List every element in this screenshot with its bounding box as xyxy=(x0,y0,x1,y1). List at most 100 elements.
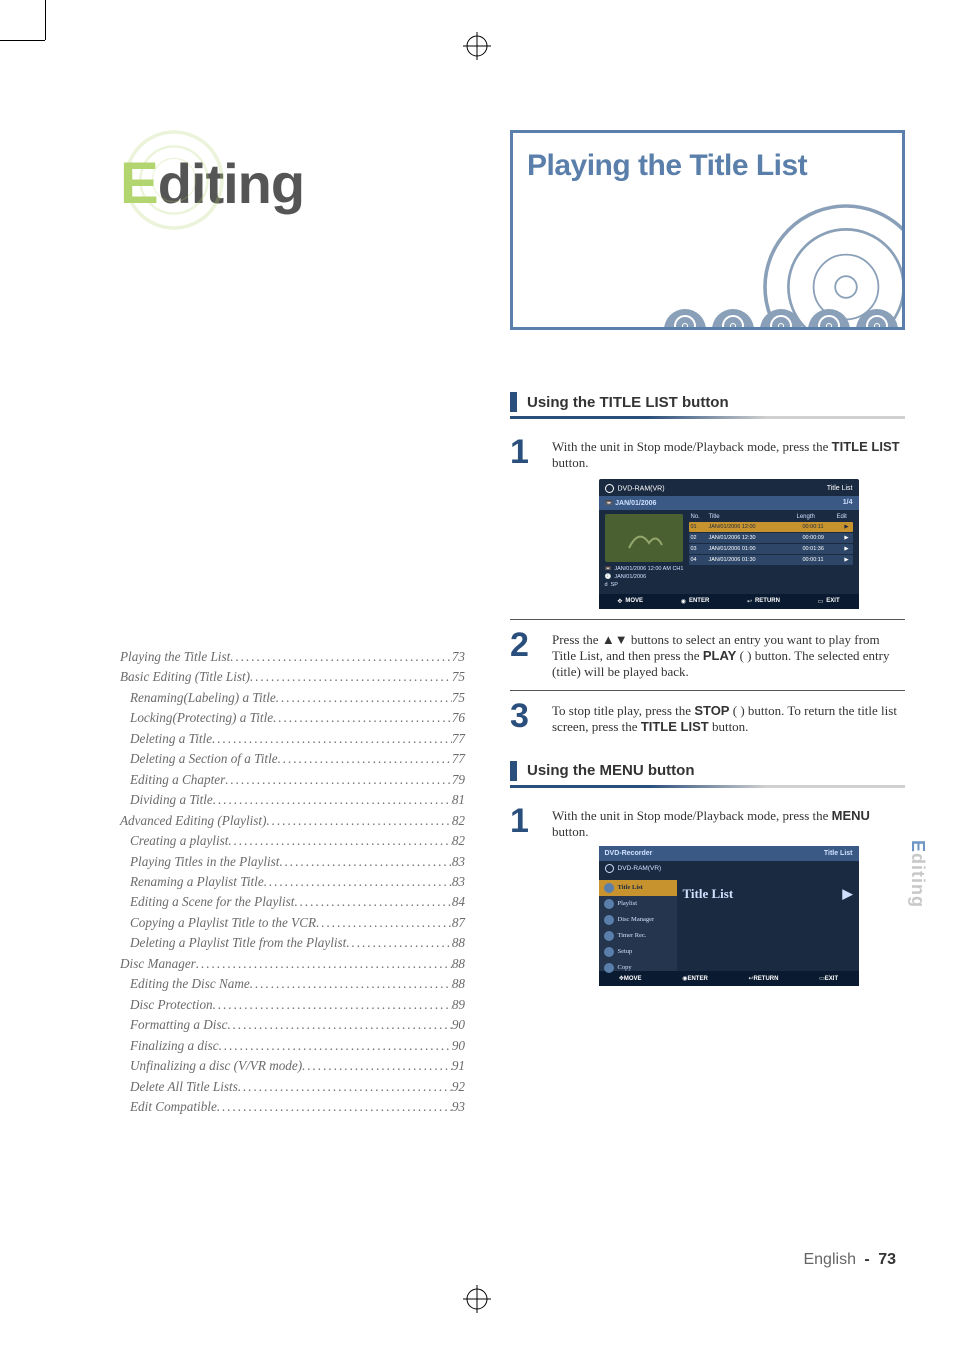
toc-page: 79 xyxy=(452,770,465,790)
toc-page: 75 xyxy=(452,667,465,687)
toc-page: 73 xyxy=(452,647,465,667)
toc-row: Unfinalizing a disc (V/VR mode).........… xyxy=(120,1056,465,1076)
format-badges: DVD-RAMDVD-RWDVD-RDVD+RWDVD+R xyxy=(513,309,902,330)
step-body: To stop title play, press the STOP ( ) b… xyxy=(552,699,905,735)
toc-row: Deleting a Title........................… xyxy=(120,729,465,749)
osd-foot-item: ✥MOVE xyxy=(617,598,643,605)
steps-group: 1 With the unit in Stop mode/Playback mod… xyxy=(510,796,905,996)
osd-thumbnail xyxy=(605,514,683,562)
toc-dots: ........................................… xyxy=(264,872,452,892)
section-title-cap: E xyxy=(120,151,158,216)
toc-row: Delete All Title Lists..................… xyxy=(120,1077,465,1097)
toc-row: Edit Compatible.........................… xyxy=(120,1097,465,1117)
format-badge: DVD-RW xyxy=(712,309,754,330)
toc-page: 88 xyxy=(452,974,465,994)
toc-row: Copying a Playlist Title to the VCR.....… xyxy=(120,913,465,933)
toc-row: Dividing a Title........................… xyxy=(120,790,465,810)
toc-page: 83 xyxy=(452,872,465,892)
toc-row: Disc Protection.........................… xyxy=(120,995,465,1015)
osd-foot-item: ↩RETURN xyxy=(747,598,780,605)
format-badge: DVD-R xyxy=(760,309,802,330)
format-badge: DVD-RAM xyxy=(664,309,706,330)
subheading-text: Using the MENU button xyxy=(527,762,694,779)
section-title: Editing xyxy=(120,150,465,217)
toc-page: 88 xyxy=(452,933,465,953)
step-number: 1 xyxy=(510,435,538,469)
toc-row: Deleting a Playlist Title from the Playl… xyxy=(120,933,465,953)
crop-mark xyxy=(45,0,46,40)
osd-menu-item: Copy xyxy=(599,960,677,976)
left-column: Editing Playing the Title List..........… xyxy=(120,150,465,1117)
toc-dots: ........................................… xyxy=(212,729,452,749)
step: 3To stop title play, press the STOP ( ) … xyxy=(510,691,905,745)
osd-screen-name: Title List xyxy=(827,485,853,492)
toc-dots: ........................................… xyxy=(278,749,452,769)
subheading-rule xyxy=(510,785,905,788)
osd-menu: DVD-RecorderTitle ListDVD-RAM(VR)Title L… xyxy=(599,846,859,986)
toc-label: Basic Editing (Title List) xyxy=(120,667,250,687)
toc-label: Editing a Scene for the Playlist xyxy=(130,892,294,912)
toc-dots: ........................................… xyxy=(294,892,451,912)
step: 2Press the ▲▼ buttons to select an entry… xyxy=(510,620,905,691)
toc-page: 88 xyxy=(452,954,465,974)
right-column: Playing the Title List DVD-RAMDVD-RWDVD-… xyxy=(510,130,905,996)
toc-label: Formatting a Disc xyxy=(130,1015,227,1035)
format-badge: DVD+RW xyxy=(808,309,850,330)
toc-page: 75 xyxy=(452,688,465,708)
toc-dots: ........................................… xyxy=(219,1036,452,1056)
toc-dots: ........................................… xyxy=(267,811,452,831)
toc-row: Disc Manager............................… xyxy=(120,954,465,974)
toc-label: Disc Manager xyxy=(120,954,196,974)
osd-device: DVD-RAM(VR) xyxy=(605,484,665,493)
toc-dots: ........................................… xyxy=(302,1056,452,1076)
step-number: 1 xyxy=(510,804,538,838)
table-of-contents: Playing the Title List..................… xyxy=(120,647,465,1117)
toc-label: Renaming(Labeling) a Title xyxy=(130,688,276,708)
toc-page: 93 xyxy=(452,1097,465,1117)
toc-row: Editing a Scene for the Playlist........… xyxy=(120,892,465,912)
step: 1 With the unit in Stop mode/Playback mod… xyxy=(510,427,905,620)
section-title-rest: diting xyxy=(158,152,304,215)
toc-row: Basic Editing (Title List)..............… xyxy=(120,667,465,687)
step-body: With the unit in Stop mode/Playback mode… xyxy=(552,804,905,986)
toc-row: Advanced Editing (Playlist).............… xyxy=(120,811,465,831)
osd-menu-item: Disc Manager xyxy=(599,912,677,928)
step-number: 2 xyxy=(510,628,538,662)
footer-lang: English xyxy=(803,1251,855,1268)
toc-label: Delete All Title Lists xyxy=(130,1077,238,1097)
panel-box: Playing the Title List DVD-RAMDVD-RWDVD-… xyxy=(510,130,905,330)
toc-label: Deleting a Playlist Title from the Playl… xyxy=(130,933,346,953)
toc-page: 76 xyxy=(452,708,465,728)
osd-row: 03JAN/01/2006 01:0000:01:36▶ xyxy=(689,544,853,554)
osd-menu-item: Playlist xyxy=(599,896,677,912)
toc-row: Finalizing a disc.......................… xyxy=(120,1036,465,1056)
osd-row: 02JAN/01/2006 12:3000:00:09▶ xyxy=(689,533,853,543)
toc-row: Editing a Chapter.......................… xyxy=(120,770,465,790)
osd-foot-item: ◉ENTER xyxy=(681,598,710,605)
toc-row: Renaming a Playlist Title...............… xyxy=(120,872,465,892)
toc-label: Dividing a Title xyxy=(130,790,213,810)
toc-dots: ........................................… xyxy=(230,647,452,667)
subheading-bar-icon xyxy=(510,761,517,781)
toc-dots: ........................................… xyxy=(238,1077,452,1097)
side-tab-cap: E xyxy=(908,840,928,853)
toc-dots: ........................................… xyxy=(227,1015,451,1035)
toc-dots: ........................................… xyxy=(217,1097,452,1117)
toc-dots: ........................................… xyxy=(213,790,452,810)
toc-row: Formatting a Disc.......................… xyxy=(120,1015,465,1035)
toc-page: 92 xyxy=(452,1077,465,1097)
toc-label: Advanced Editing (Playlist) xyxy=(120,811,267,831)
toc-row: Locking(Protecting) a Title.............… xyxy=(120,708,465,728)
toc-label: Disc Protection xyxy=(130,995,213,1015)
step-body: With the unit in Stop mode/Playback mode… xyxy=(552,435,905,609)
toc-row: Editing the Disc Name...................… xyxy=(120,974,465,994)
toc-label: Locking(Protecting) a Title xyxy=(130,708,273,728)
toc-label: Unfinalizing a disc (V/VR mode) xyxy=(130,1056,302,1076)
toc-dots: ........................................… xyxy=(250,667,452,687)
osd-foot-item: ◉ENTER xyxy=(682,975,708,982)
toc-label: Editing a Chapter xyxy=(130,770,225,790)
toc-label: Edit Compatible xyxy=(130,1097,217,1117)
toc-row: Playing Titles in the Playlist..........… xyxy=(120,852,465,872)
osd-title-list: DVD-RAM(VR)Title List📼 JAN/01/20061/4📼 J… xyxy=(599,479,859,609)
toc-row: Renaming(Labeling) a Title..............… xyxy=(120,688,465,708)
